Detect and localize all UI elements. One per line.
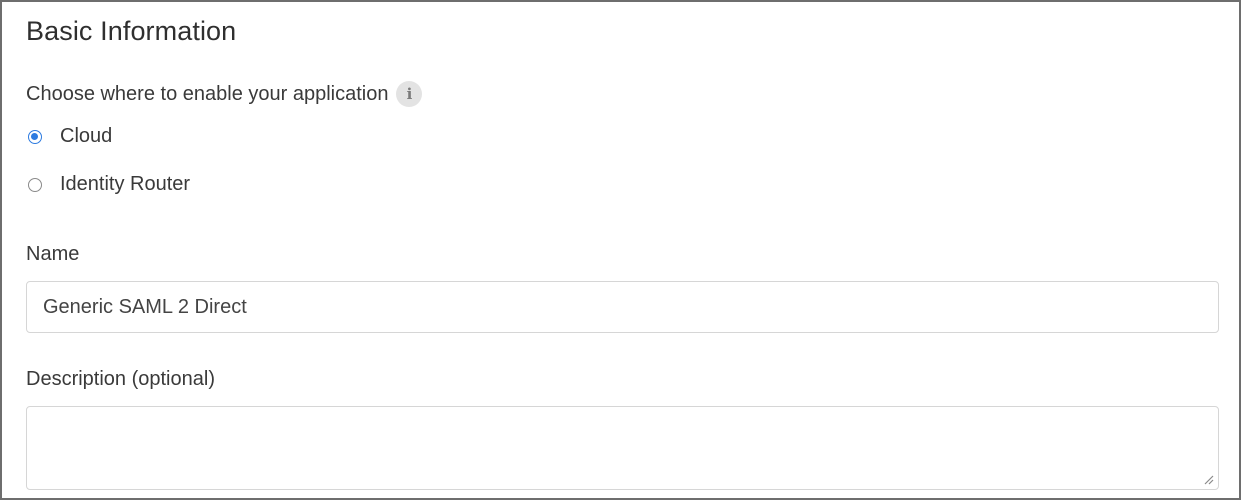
description-textarea[interactable] — [26, 406, 1219, 490]
radio-option-identity-router[interactable]: Identity Router — [26, 173, 190, 196]
radio-button-cloud[interactable] — [28, 129, 42, 144]
basic-information-panel: Basic Information Choose where to enable… — [0, 0, 1241, 500]
description-field-label: Description (optional) — [26, 368, 215, 390]
name-input[interactable] — [26, 281, 1219, 333]
radio-label-identity-router: Identity Router — [60, 173, 191, 195]
radio-option-cloud[interactable]: Cloud — [26, 125, 112, 148]
name-field-label: Name — [26, 243, 80, 265]
enable-location-prompt: Choose where to enable your application — [26, 82, 389, 105]
radio-label-cloud: Cloud — [60, 125, 113, 147]
radio-button-identity-router[interactable] — [28, 177, 42, 192]
enable-location-prompt-row: Choose where to enable your application … — [26, 81, 423, 107]
resize-handle-icon[interactable] — [1202, 473, 1214, 485]
section-title: Basic Information — [26, 16, 237, 46]
info-icon[interactable]: i — [396, 81, 423, 107]
